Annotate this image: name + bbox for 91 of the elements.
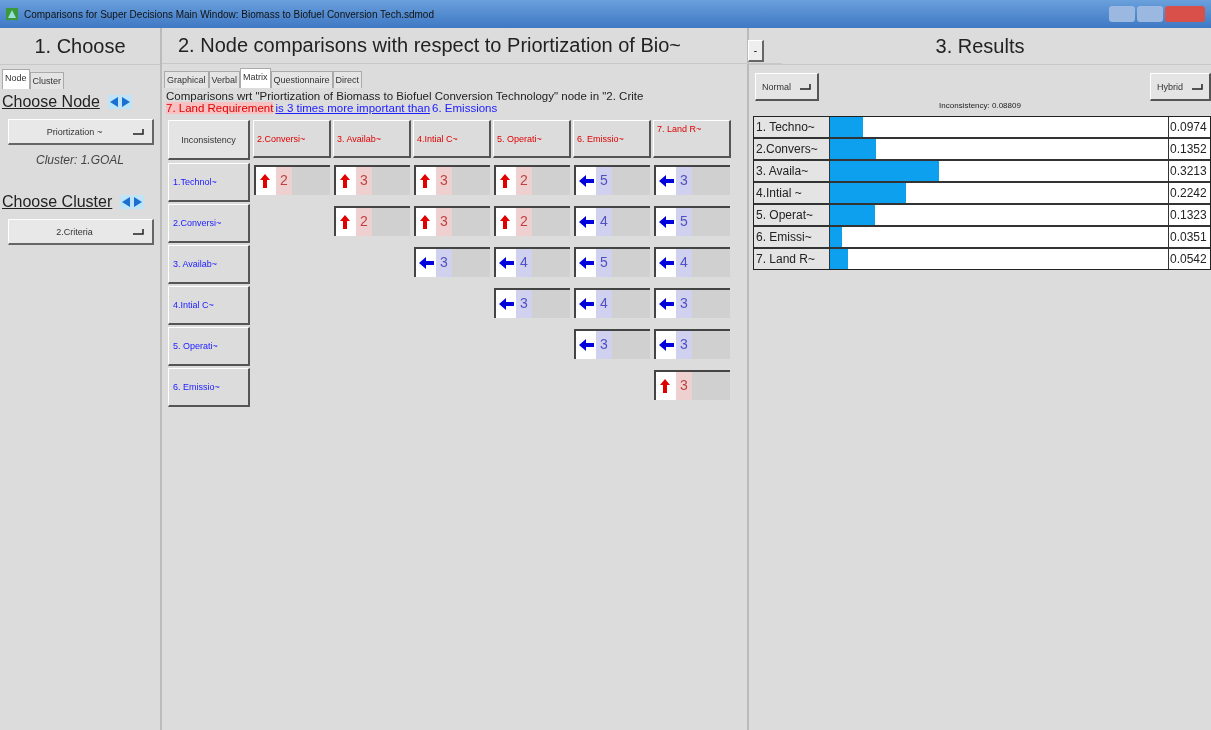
priority-value: 0.0974	[1169, 117, 1210, 137]
priority-value: 0.1323	[1169, 205, 1210, 225]
tab[interactable]: Direct	[332, 71, 363, 88]
left-arrow-icon[interactable]	[577, 213, 595, 231]
comparison-value[interactable]: 2	[516, 208, 532, 236]
row-header[interactable]: 2.Conversi~	[168, 204, 250, 243]
comparison-value[interactable]: 3	[516, 290, 532, 318]
hybrid-dropdown[interactable]: Hybrid	[1150, 73, 1211, 101]
comparison-value[interactable]: 5	[596, 167, 612, 195]
result-label: 2.Convers~	[754, 139, 830, 159]
dropdown-icon	[799, 82, 811, 91]
column-header[interactable]: 4.Intial C~	[413, 120, 491, 158]
dropdown-icon	[132, 227, 144, 236]
window-title: Comparisons for Super Decisions Main Window: Biomass to Biofuel Conversion Tech.sdmod	[24, 8, 434, 20]
row-header[interactable]: 6. Emissio~	[168, 368, 250, 407]
choose-node-heading: Choose Node	[2, 93, 100, 111]
comparison-value[interactable]: 3	[436, 249, 452, 277]
priority-value: 0.1352	[1169, 139, 1210, 159]
panel-title: 1. Choose	[0, 28, 160, 65]
left-arrow-icon[interactable]	[577, 172, 595, 190]
comparison-value[interactable]: 5	[676, 208, 692, 236]
inconsistency-value: Inconsistency: 0.08809	[938, 101, 1022, 112]
row-header[interactable]: 3. Availab~	[168, 245, 250, 284]
left-arrow-icon[interactable]	[657, 295, 675, 313]
comparison-value[interactable]: 3	[356, 167, 372, 195]
left-arrow-icon[interactable]	[577, 336, 595, 354]
column-header[interactable]: 6. Emissio~	[573, 120, 651, 158]
left-arrow-icon[interactable]	[417, 254, 435, 272]
left-arrow-icon[interactable]	[577, 254, 595, 272]
column-header[interactable]: 5. Operati~	[493, 120, 571, 158]
left-arrow-icon[interactable]	[497, 295, 515, 313]
comparison-value[interactable]: 3	[596, 331, 612, 359]
node-name: 7. Land Requirement	[166, 102, 274, 114]
tab[interactable]: Node	[2, 69, 30, 89]
dropdown-icon	[1191, 82, 1203, 91]
tab[interactable]: Questionnaire	[270, 71, 333, 88]
column-header[interactable]: 2.Conversi~	[253, 120, 331, 158]
choose-cluster-heading: Choose Cluster	[2, 193, 113, 211]
comparison-value[interactable]: 3	[436, 208, 452, 236]
statement-link[interactable]: is 3 times more important than	[273, 102, 433, 114]
inconsistency-button[interactable]: Inconsistency	[168, 120, 250, 160]
left-arrow-icon[interactable]	[657, 172, 675, 190]
result-label: 4.Intial ~	[754, 183, 830, 203]
collapse-button[interactable]: -	[748, 40, 764, 62]
comparison-value[interactable]: 3	[436, 167, 452, 195]
row-header[interactable]: 5. Operati~	[168, 327, 250, 366]
left-arrow-icon[interactable]	[577, 295, 595, 313]
cluster-dropdown[interactable]: 2.Criteria	[8, 219, 154, 245]
left-arrow-icon[interactable]	[657, 254, 675, 272]
comparison-value[interactable]: 4	[596, 290, 612, 318]
row-header[interactable]: 4.Intial C~	[168, 286, 250, 325]
app-icon	[6, 8, 18, 20]
priority-value: 0.0542	[1169, 249, 1210, 269]
dropdown-icon	[132, 127, 144, 136]
tab[interactable]: Graphical	[164, 71, 209, 88]
left-arrow-icon[interactable]	[497, 254, 515, 272]
column-header[interactable]: 3. Availab~	[333, 120, 411, 158]
normal-dropdown[interactable]: Normal	[755, 73, 819, 101]
tab[interactable]: Cluster	[29, 72, 65, 89]
priority-value: 0.0351	[1169, 227, 1210, 247]
comparison-value[interactable]: 3	[676, 167, 692, 195]
left-arrow-icon[interactable]	[657, 213, 675, 231]
comparison-value[interactable]: 4	[596, 208, 612, 236]
comparison-value[interactable]: 2	[276, 167, 292, 195]
comparison-value[interactable]: 3	[676, 372, 692, 400]
comparison-description: Comparisons wrt "Priortization of Biomass to Biofuel Conversion Technology" node in "2. Crite	[165, 89, 645, 102]
priority-value: 0.2242	[1169, 183, 1210, 203]
left-right-arrows-icon[interactable]	[120, 195, 145, 209]
tab[interactable]: Verbal	[208, 71, 241, 88]
comparison-value[interactable]: 4	[516, 249, 532, 277]
tab[interactable]: Matrix	[240, 68, 271, 88]
cluster-label: Cluster: 1.GOAL	[35, 152, 125, 169]
left-right-arrows-icon[interactable]	[107, 95, 132, 109]
comparison-value[interactable]: 4	[676, 249, 692, 277]
node-name: 6. Emissions	[432, 102, 498, 114]
comparison-value[interactable]: 2	[516, 167, 532, 195]
row-header[interactable]: 1.Technol~	[168, 163, 250, 202]
comparison-value[interactable]: 3	[676, 290, 692, 318]
result-label: 5. Operat~	[754, 205, 830, 225]
priority-value: 0.3213	[1169, 161, 1210, 181]
comparison-value[interactable]: 3	[676, 331, 692, 359]
comparison-value[interactable]: 5	[596, 249, 612, 277]
left-arrow-icon[interactable]	[657, 336, 675, 354]
node-dropdown[interactable]: Priortization ~	[8, 119, 154, 145]
comparison-value[interactable]: 2	[356, 208, 372, 236]
result-label: 7. Land R~	[754, 249, 830, 269]
result-label: 3. Availa~	[754, 161, 830, 181]
panel-title: 2. Node comparisons with respect to Priortization of Bio~	[178, 34, 682, 57]
column-header[interactable]: 7. Land R~	[653, 120, 731, 158]
result-label: 1. Techno~	[754, 117, 830, 137]
result-label: 6. Emissi~	[754, 227, 830, 247]
